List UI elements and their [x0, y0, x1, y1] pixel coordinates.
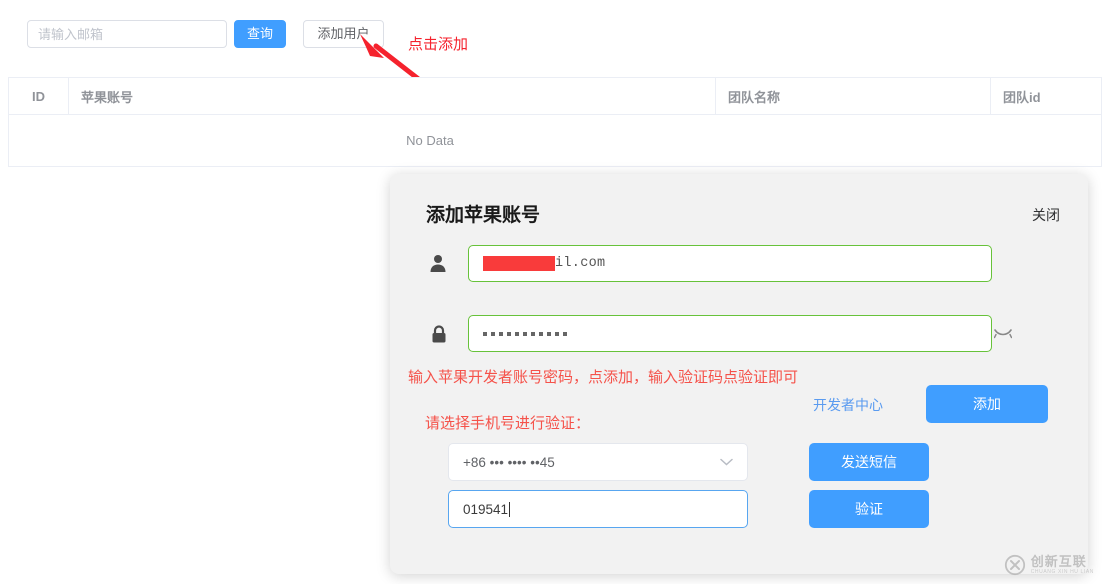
eye-closed-icon[interactable]	[994, 326, 1012, 340]
verification-code-input[interactable]: 019541	[448, 490, 748, 528]
modal-close-button[interactable]: 关闭	[1032, 205, 1060, 225]
email-input[interactable]: il.com	[468, 245, 992, 282]
password-masked-value	[483, 331, 567, 336]
password-input[interactable]	[468, 315, 992, 352]
modal-title: 添加苹果账号	[426, 205, 541, 226]
phone-select-value: +86 ••• •••• ••45	[463, 454, 555, 470]
table-empty-state: No Data	[9, 115, 1102, 167]
table-header-row: ID 苹果账号 团队名称 团队id	[9, 78, 1102, 115]
email-redaction-bar	[483, 256, 555, 271]
phone-select-hint: 请选择手机号进行验证：	[425, 415, 591, 432]
table-header-team-id: 团队id	[991, 78, 1102, 114]
chevron-down-icon	[720, 458, 733, 466]
page-toolbar: 查询 添加用户 点击添加	[0, 0, 1102, 105]
phone-select[interactable]: +86 ••• •••• ••45	[448, 443, 748, 481]
accounts-table: ID 苹果账号 团队名称 团队id No Data	[8, 77, 1102, 167]
lock-icon	[432, 325, 446, 343]
verify-button[interactable]: 验证	[809, 490, 929, 528]
query-button[interactable]: 查询	[234, 20, 286, 48]
table-empty-text: No Data	[406, 133, 454, 148]
table-header-id: ID	[9, 78, 69, 114]
table-header-team-name: 团队名称	[716, 78, 991, 114]
annotation-click-add-label: 点击添加	[408, 36, 469, 53]
table-header-apple-account: 苹果账号	[69, 78, 716, 114]
verification-code-value: 019541	[463, 501, 509, 517]
person-icon	[430, 255, 446, 272]
add-account-button[interactable]: 添加	[926, 385, 1048, 423]
add-user-button[interactable]: 添加用户	[303, 20, 384, 48]
developer-center-link[interactable]: 开发者中心	[813, 395, 883, 415]
search-input[interactable]	[27, 20, 227, 48]
text-caret	[509, 501, 511, 517]
modal-primary-hint: 输入苹果开发者账号密码，点添加，输入验证码点验证即可	[408, 369, 799, 386]
send-sms-button[interactable]: 发送短信	[809, 443, 929, 481]
email-value-tail: il.com	[555, 256, 606, 271]
